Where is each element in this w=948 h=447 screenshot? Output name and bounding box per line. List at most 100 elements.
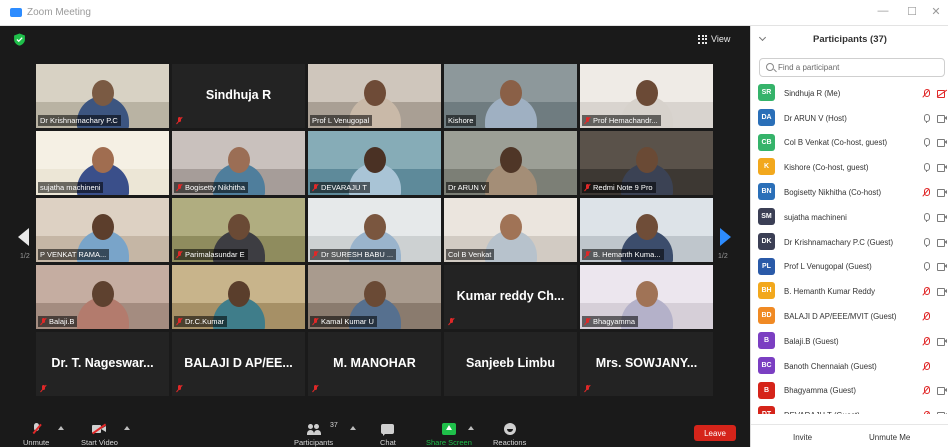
video-tile[interactable]: Col B Venkat [444,198,577,262]
participant-row[interactable]: K Kishore (Co-host, guest) [751,155,948,180]
participants-button[interactable]: Participants [294,422,333,447]
window-title: Zoom Meeting [27,7,91,18]
avatar: B [758,331,775,349]
participant-row[interactable]: DK Dr Krishnamachary P.C (Guest) [751,230,948,255]
participant-head [635,80,658,106]
video-tile[interactable]: Dr SURESH BABU ... [308,198,441,262]
participant-row[interactable]: BH B. Hemanth Kumar Reddy [751,279,948,304]
participant-row[interactable]: BC Banoth Chennaiah (Guest) [751,354,948,379]
tile-display-name: Sindhuja R [205,88,272,102]
camera-icon [937,387,947,396]
participant-search-input[interactable] [778,61,938,74]
video-tile[interactable]: Bhagyamma [580,265,713,329]
tile-name-text: Prof Hemachandr... [593,116,658,125]
participant-name: Dr Krishnamachary P.C (Guest) [784,237,894,247]
video-tile[interactable]: Dr Krishnamachary P.C [36,64,169,128]
participants-header: Participants (37) [751,30,948,50]
participant-name: Bogisetty Nikhitha (Co-host) [784,188,882,198]
view-button[interactable]: View [698,31,730,47]
reactions-button[interactable]: Reactions [493,422,526,447]
tile-name-label: Kamal Kumar U [310,316,377,327]
unmute-button[interactable]: Unmute [23,422,49,447]
participant-head [363,80,386,106]
participant-row[interactable]: CB Col B Venkat (Co-host, guest) [751,131,948,156]
tile-name-label: Col B Venkat [446,249,495,260]
unmute-label: Unmute [23,438,50,447]
video-tile[interactable]: Parimalasundar E [172,198,305,262]
video-tile[interactable]: Kishore [444,64,577,128]
maximize-button[interactable]: ☐ [904,5,920,18]
security-shield-icon[interactable] [13,33,26,46]
next-page-arrow-icon[interactable] [720,228,731,246]
microphone-muted-icon [40,317,47,326]
video-tile[interactable]: P VENKAT RAMA... [36,198,169,262]
participant-head [363,147,386,173]
audio-options-caret-icon[interactable] [58,426,64,430]
start-video-button[interactable]: Start Video [81,422,118,447]
video-tile[interactable]: Sanjeeb Limbu [444,332,577,396]
reactions-smiley-icon [503,423,516,435]
tile-name-label: Dr Krishnamachary P.C [38,115,121,126]
video-tile[interactable]: DEVARAJU T [308,131,441,195]
camera-icon [937,263,947,272]
participants-options-caret-icon[interactable] [350,426,356,430]
video-tile[interactable]: BALAJI D AP/EE... [172,332,305,396]
microphone-icon [923,138,930,148]
participant-row[interactable]: B Bhagyamma (Guest) [751,379,948,404]
tile-name-text: Kishore [448,116,474,125]
share-options-caret-icon[interactable] [468,426,474,430]
video-tile[interactable]: Mrs. SOWJANY... [580,332,713,396]
participants-title: Participants (37) [813,34,887,45]
participant-head [363,281,386,307]
participant-row[interactable]: DT DEVARAJU T (Guest) [751,403,948,414]
video-tile[interactable]: Prof Hemachandr... [580,64,713,128]
participant-row[interactable]: SM sujatha machineni [751,205,948,230]
participant-name: Banoth Chennaiah (Guest) [784,361,877,371]
microphone-muted-icon [923,188,930,197]
video-tile[interactable]: Kamal Kumar U [308,265,441,329]
minimize-button[interactable]: — [875,5,891,17]
close-button[interactable]: ✕ [928,5,944,18]
participant-head [499,214,522,240]
participant-row[interactable]: BD BALAJI D AP/EEE/MVIT (Guest) [751,304,948,329]
camera-icon [937,288,947,297]
video-tile[interactable]: Dr. T. Nageswar... [36,332,169,396]
video-tile[interactable]: Redmi Note 9 Pro [580,131,713,195]
leave-button[interactable]: Leave [694,425,736,441]
participant-row[interactable]: B Balaji.B (Guest) [751,329,948,354]
video-options-caret-icon[interactable] [124,426,130,430]
video-tile[interactable]: B. Hemanth Kuma... [580,198,713,262]
video-tile[interactable]: Balaji.B [36,265,169,329]
video-tile[interactable]: Sindhuja R [172,64,305,128]
avatar: BN [758,183,775,201]
video-tile[interactable]: sujatha machineni [36,131,169,195]
chat-button[interactable]: Chat [380,422,396,447]
invite-button[interactable]: Invite [793,430,813,444]
participant-row[interactable]: BN Bogisetty Nikhitha (Co-host) [751,180,948,205]
previous-page-arrow-icon[interactable] [18,228,29,246]
video-tile[interactable]: M. MANOHAR [308,332,441,396]
search-icon [766,63,774,71]
participant-head [635,281,658,307]
share-screen-button[interactable]: Share Screen [426,422,472,447]
microphone-muted-icon [176,183,183,192]
tile-name-text: P VENKAT RAMA... [40,250,107,259]
video-tile[interactable]: Dr ARUN V [444,131,577,195]
participant-row[interactable]: DA Dr ARUN V (Host) [751,106,948,131]
participant-search[interactable] [759,58,945,77]
microphone-icon [923,113,930,123]
video-tile[interactable]: Kumar reddy Ch... [444,265,577,329]
tile-name-text: Bhagyamma [593,317,636,326]
microphone-muted-icon [923,386,930,395]
participant-row[interactable]: SR Sindhuja R (Me) [751,81,948,106]
video-tile[interactable]: Bogisetty Nikhitha [172,131,305,195]
video-tile[interactable]: Prof L Venugopal [308,64,441,128]
tile-name-text: Dr.C.Kumar [185,317,225,326]
camera-icon [937,164,947,173]
participant-name: Bhagyamma (Guest) [784,386,856,396]
tile-name-label [174,116,186,126]
video-tile[interactable]: Dr.C.Kumar [172,265,305,329]
participant-row[interactable]: PL Prof L Venugopal (Guest) [751,255,948,280]
tile-name-label [38,384,50,394]
unmute-me-button[interactable]: Unmute Me [869,430,911,444]
